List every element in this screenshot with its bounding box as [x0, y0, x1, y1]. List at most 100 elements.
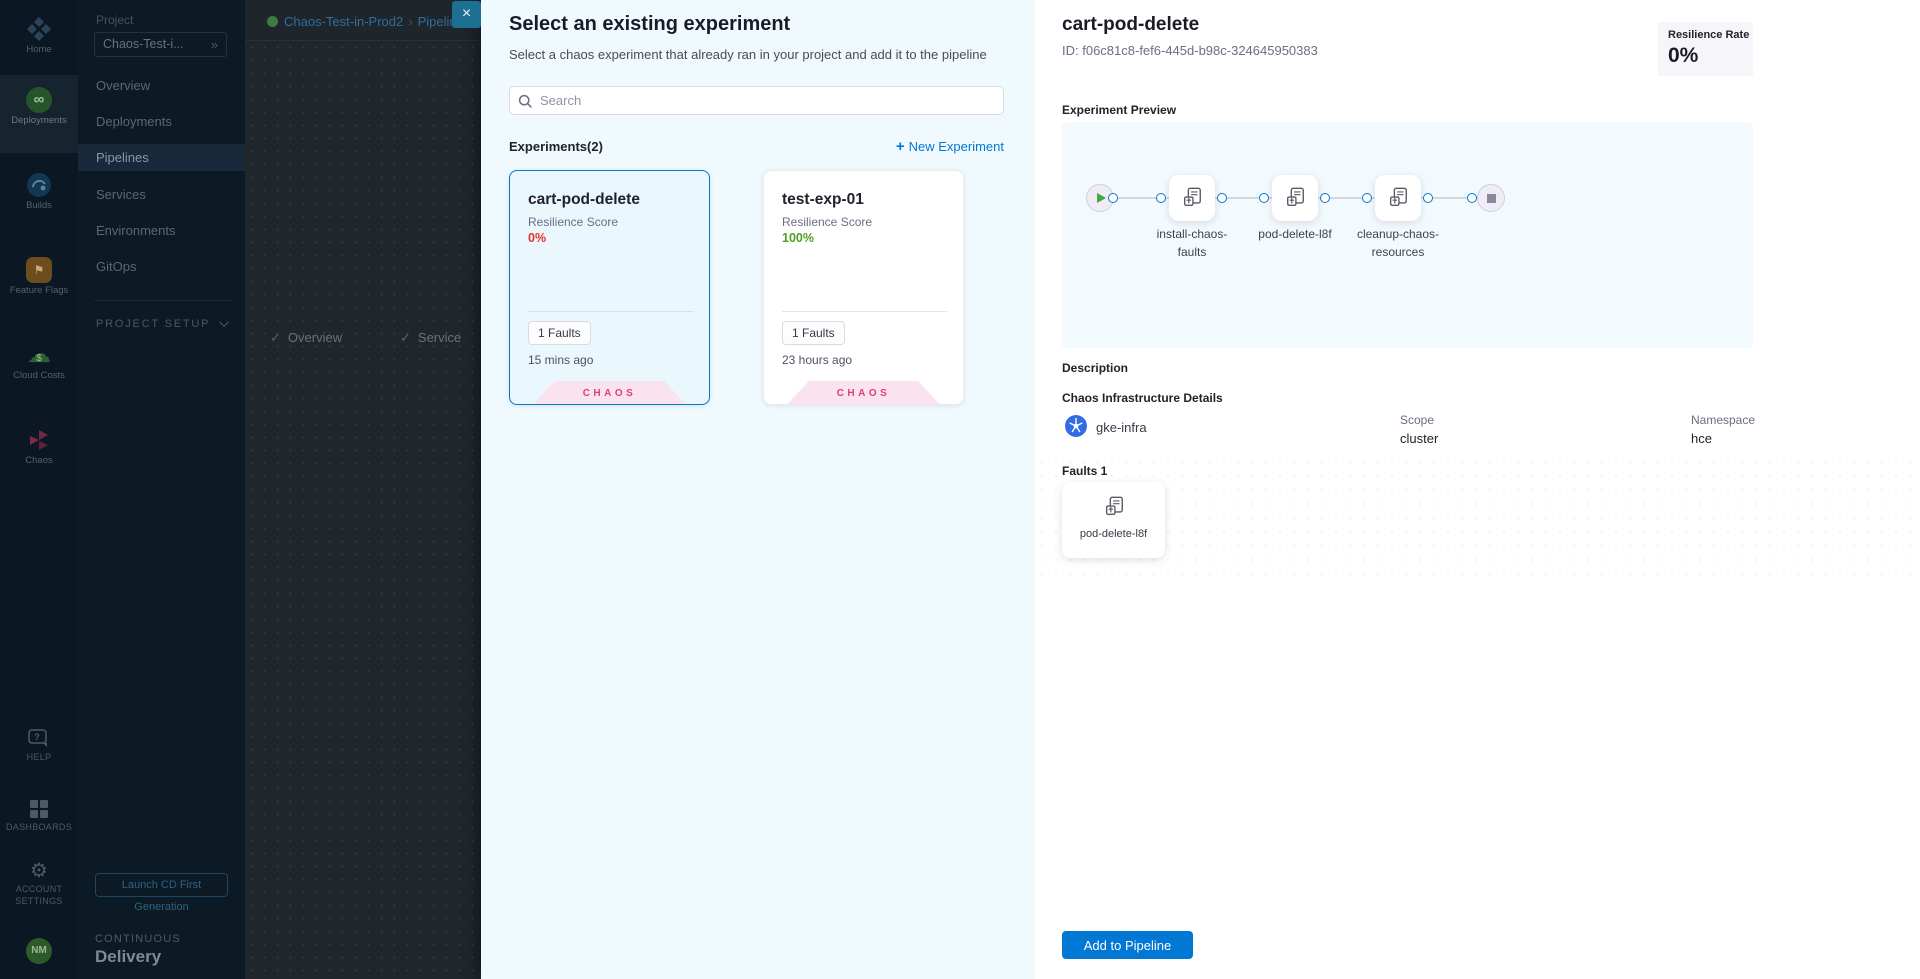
new-experiment-button[interactable]: +New Experiment [896, 138, 1004, 155]
connector-port [1156, 193, 1166, 203]
search-box [509, 86, 1004, 115]
modal-subtitle: Select a chaos experiment that already r… [509, 47, 987, 62]
play-icon [1097, 193, 1106, 203]
step-cleanup-chaos-resources[interactable] [1375, 175, 1421, 221]
svg-text:?: ? [34, 732, 40, 742]
check-icon: ✓ [270, 330, 281, 345]
ci-module-icon [0, 160, 78, 200]
nav-footer-kicker: CONTINUOUS [95, 933, 181, 945]
step-label: install-chaos-faults [1146, 225, 1238, 261]
connector-port [1423, 193, 1433, 203]
infra-row: gke-infra Scope cluster Namespace hce [1035, 410, 1920, 450]
faults-canvas [1035, 455, 1920, 585]
description-heading: Description [1062, 361, 1128, 375]
chaos-brand-badge: CHAOS [534, 381, 686, 404]
add-to-pipeline-button[interactable]: Add to Pipeline [1062, 931, 1193, 959]
namespace-label: Namespace [1691, 413, 1755, 427]
divider [782, 311, 947, 312]
experiment-card-cart-pod-delete[interactable]: cart-pod-delete Resilience Score 0% 1 Fa… [509, 170, 710, 405]
nav-footer-title: Delivery [95, 947, 161, 967]
connector-port [1362, 193, 1372, 203]
tab-service[interactable]: ✓Service [400, 330, 461, 346]
experiment-card-test-exp-01[interactable]: test-exp-01 Resilience Score 100% 1 Faul… [763, 170, 964, 405]
experiment-preview: install-chaos-faults pod-delete-l8f clea… [1062, 122, 1753, 348]
connector-port [1467, 193, 1477, 203]
nav-item-environments[interactable]: Environments [78, 217, 245, 244]
check-icon: ✓ [400, 330, 411, 345]
sidebar-module-deployments[interactable]: ∞ Deployments [0, 75, 78, 153]
nav-item-gitops[interactable]: GitOps [78, 253, 245, 280]
kubernetes-icon [1064, 414, 1088, 443]
step-install-chaos-faults[interactable] [1169, 175, 1215, 221]
step-label: cleanup-chaos-resources [1352, 225, 1444, 261]
sidebar-module-builds[interactable]: Builds [0, 160, 78, 238]
fault-card-pod-delete[interactable]: pod-delete-l8f [1062, 482, 1165, 558]
cloud-costs-icon: ☁$ [0, 330, 78, 370]
sidebar-help[interactable]: ? HELP [0, 720, 78, 778]
app-root: Chaos-Test-in-Prod2›Pipelines› Boutique … [0, 0, 1920, 979]
project-nav: Project Chaos-Test-i... » Overview Deplo… [78, 0, 245, 979]
sidebar-module-chaos[interactable]: Chaos [0, 415, 78, 493]
experiment-id: ID: f06c81c8-fef6-445d-b98c-324645950383 [1062, 43, 1318, 58]
experiments-count: Experiments(2) [509, 139, 603, 154]
faults-chip: 1 Faults [528, 321, 591, 345]
experiment-title: cart-pod-delete [1062, 14, 1199, 36]
nav-item-overview[interactable]: Overview [78, 72, 245, 99]
scope-value: cluster [1400, 431, 1438, 446]
help-icon: ? [0, 720, 78, 752]
breadcrumb-project[interactable]: Chaos-Test-in-Prod2 [284, 14, 403, 29]
select-experiment-modal: Select an existing experiment Select a c… [481, 0, 1920, 979]
tab-overview[interactable]: ✓Overview [270, 330, 342, 346]
divider [528, 311, 693, 312]
scope-label: Scope [1400, 413, 1434, 427]
sidebar-dashboards[interactable]: DASHBOARDS [0, 790, 78, 848]
infra-heading: Chaos Infrastructure Details [1062, 391, 1223, 405]
nav-item-deployments[interactable]: Deployments [78, 108, 245, 135]
step-pod-delete[interactable] [1272, 175, 1318, 221]
chaos-module-icon [0, 415, 78, 455]
sidebar-module-cloud-costs[interactable]: ☁$ Cloud Costs [0, 330, 78, 408]
fault-step-icon [1181, 186, 1203, 208]
resilience-rate-box: Resilience Rate 0% [1658, 22, 1753, 76]
dashboards-icon [0, 790, 78, 822]
search-input[interactable] [540, 88, 995, 113]
nav-item-pipelines[interactable]: Pipelines [78, 144, 245, 171]
namespace-value: hce [1691, 431, 1712, 446]
last-run-time: 15 mins ago [528, 353, 593, 367]
module-sidebar: Home ∞ Deployments Builds ⚑ Feature Flag… [0, 0, 78, 979]
connector-port [1108, 193, 1118, 203]
cd-module-icon: ∞ [0, 75, 78, 115]
experiment-details-panel: cart-pod-delete ID: f06c81c8-fef6-445d-b… [1035, 0, 1920, 979]
home-icon [0, 4, 78, 44]
search-icon [518, 94, 533, 109]
nav-item-services[interactable]: Services [78, 181, 245, 208]
project-selector[interactable]: Chaos-Test-i... » [94, 32, 227, 57]
connector-port [1217, 193, 1227, 203]
fault-name: pod-delete-l8f [1062, 528, 1165, 540]
sidebar-module-feature-flags[interactable]: ⚑ Feature Flags [0, 245, 78, 323]
connector-port [1320, 193, 1330, 203]
faults-heading: Faults 1 [1062, 464, 1107, 478]
project-setup-toggle[interactable]: PROJECT SETUP [96, 318, 229, 330]
fault-step-icon [1387, 186, 1409, 208]
last-run-time: 23 hours ago [782, 353, 852, 367]
feature-flags-icon: ⚑ [0, 245, 78, 285]
project-label: Project [96, 13, 133, 27]
resilience-score-value: 100% [782, 231, 814, 245]
preview-heading: Experiment Preview [1062, 103, 1176, 117]
chevron-double-icon: » [211, 33, 218, 56]
breadcrumb-separator: › [403, 14, 417, 29]
experiment-end-node [1477, 184, 1505, 212]
stop-icon [1487, 194, 1496, 203]
chevron-down-icon [219, 317, 229, 327]
resilience-rate-value: 0% [1668, 44, 1743, 68]
launch-cd-first-gen-button[interactable]: Launch CD First Generation [95, 873, 228, 897]
chaos-brand-badge: CHAOS [788, 381, 940, 404]
sidebar-account-settings[interactable]: ⚙ ACCOUNT SETTINGS [0, 852, 78, 922]
close-icon[interactable]: × [452, 1, 481, 28]
plus-icon: + [896, 138, 905, 155]
project-dot-icon [267, 16, 278, 27]
avatar[interactable]: NM [26, 938, 52, 964]
gear-icon: ⚙ [0, 852, 78, 884]
sidebar-module-home[interactable]: Home [0, 4, 78, 82]
